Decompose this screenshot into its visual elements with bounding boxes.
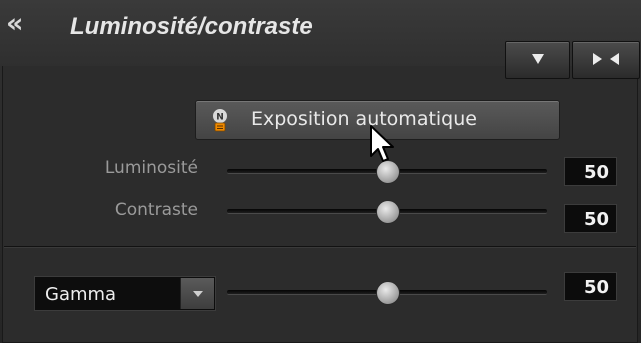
luminosite-label: Luminosité (104, 158, 198, 178)
luminosite-slider[interactable] (227, 160, 547, 184)
collapse-arrows-icon (593, 53, 619, 65)
luminosite-value[interactable]: 50 (564, 157, 617, 186)
dropdown-arrow-button[interactable] (180, 278, 214, 309)
gamma-dropdown[interactable]: Gamma (34, 276, 216, 311)
contraste-slider[interactable] (227, 200, 547, 224)
double-chevron-left-icon[interactable]: « (6, 10, 36, 38)
gamma-dropdown-value: Gamma (45, 284, 117, 305)
contraste-label: Contraste (114, 200, 198, 220)
auto-exposure-button[interactable]: N Exposition automatique (195, 100, 560, 140)
section-divider (4, 246, 636, 247)
auto-exposure-icon: N (212, 108, 228, 132)
gamma-value[interactable]: 50 (564, 272, 617, 301)
triangle-down-icon (532, 54, 544, 64)
slider-thumb[interactable] (376, 200, 400, 224)
contraste-value[interactable]: 50 (564, 204, 617, 233)
chevron-down-icon (193, 291, 203, 297)
collapse-panel-button[interactable] (572, 41, 640, 79)
dropdown-menu-button[interactable] (505, 41, 570, 79)
panel-title: Luminosité/contraste (70, 13, 313, 40)
slider-thumb[interactable] (376, 160, 400, 184)
auto-exposure-label: Exposition automatique (251, 108, 477, 130)
gamma-slider[interactable] (227, 281, 547, 305)
svg-text:N: N (216, 113, 224, 123)
slider-thumb[interactable] (376, 281, 400, 305)
